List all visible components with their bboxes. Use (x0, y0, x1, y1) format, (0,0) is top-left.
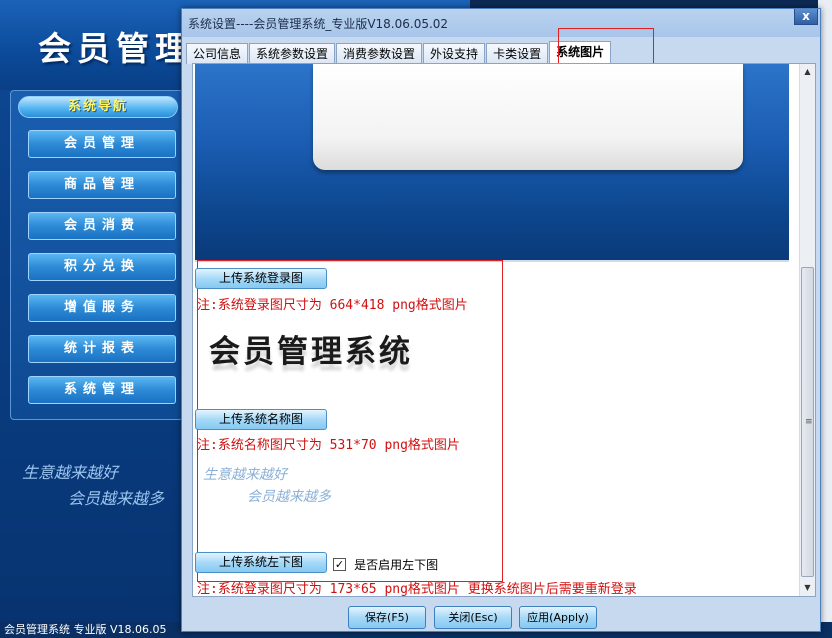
tab-card-settings[interactable]: 卡类设置 (486, 43, 549, 64)
sidebar-slogan: 生意越来越好 会员越来越多 (22, 460, 164, 512)
side-slogan-line: 会员越来越多 (247, 489, 331, 505)
settings-dialog: 系统设置----会员管理系统_专业版V18.06.05.02 x 公司信息 系统参… (181, 8, 821, 632)
side-slogan-line: 生意越来越好 (203, 467, 287, 483)
tab-system-images[interactable]: 系统图片 (549, 41, 612, 64)
tab-company-info[interactable]: 公司信息 (186, 43, 249, 64)
sidebar-item-product-management[interactable]: 商品管理 (28, 171, 176, 199)
sidebar-item-member-management[interactable]: 会员管理 (28, 130, 176, 158)
sidebar-item-points-exchange[interactable]: 积分兑换 (28, 253, 176, 281)
vertical-scrollbar[interactable]: ▲ ≡ ▼ (799, 64, 815, 596)
save-button[interactable]: 保存(F5) (348, 606, 426, 629)
upload-side-image-button[interactable]: 上传系统左下图 (195, 552, 327, 573)
apply-button[interactable]: 应用(Apply) (519, 606, 597, 629)
sidebar-title: 系统导航 (18, 96, 178, 118)
enable-side-image-label: 是否启用左下图 (354, 558, 439, 572)
upload-name-image-button[interactable]: 上传系统名称图 (195, 409, 327, 430)
enable-side-image-checkbox[interactable]: ✓ (333, 558, 346, 571)
scroll-up-icon[interactable]: ▲ (800, 64, 815, 80)
top-strip (470, 0, 832, 8)
app-logo: 会员管理 (38, 29, 194, 68)
side-image-note: 注:系统登录图尺寸为 173*65 png格式图片 更换系统图片后需要重新登录 (197, 582, 637, 597)
enable-side-image-option[interactable]: ✓ 是否启用左下图 (333, 554, 439, 572)
sidebar-item-value-added[interactable]: 增值服务 (28, 294, 176, 322)
close-dialog-button[interactable]: 关闭(Esc) (434, 606, 512, 629)
tab-consumption-params[interactable]: 消费参数设置 (336, 43, 423, 64)
upload-login-image-button[interactable]: 上传系统登录图 (195, 268, 327, 289)
tab-peripherals[interactable]: 外设支持 (423, 43, 486, 64)
login-preview-card (313, 64, 743, 170)
tab-system-params[interactable]: 系统参数设置 (249, 43, 336, 64)
dialog-title: 系统设置----会员管理系统_专业版V18.06.05.02 (188, 17, 449, 31)
side-image-preview: 生意越来越好 会员越来越多 (203, 464, 331, 508)
scroll-thumb[interactable]: ≡ (801, 267, 814, 577)
sidebar-item-member-consumption[interactable]: 会员消费 (28, 212, 176, 240)
login-image-note: 注:系统登录图尺寸为 664*418 png格式图片 (197, 298, 468, 313)
divider (195, 260, 789, 262)
slogan-line: 会员越来越多 (68, 489, 165, 508)
scroll-down-icon[interactable]: ▼ (800, 580, 815, 596)
tab-content-panel: 上传系统登录图 注:系统登录图尺寸为 664*418 png格式图片 会员管理系… (192, 63, 816, 597)
sidebar-item-system-management[interactable]: 系统管理 (28, 376, 176, 404)
login-image-preview (195, 64, 789, 260)
close-button[interactable]: x (794, 9, 818, 25)
system-name-image: 会员管理系统 (209, 334, 413, 370)
close-icon: x (802, 9, 810, 23)
dialog-titlebar[interactable]: 系统设置----会员管理系统_专业版V18.06.05.02 (182, 9, 820, 37)
tab-strip: 公司信息 系统参数设置 消费参数设置 外设支持 卡类设置 系统图片 (186, 41, 612, 64)
slogan-line: 生意越来越好 (22, 463, 119, 482)
sidebar-item-statistics[interactable]: 统计报表 (28, 335, 176, 363)
grip-icon: ≡ (805, 417, 813, 427)
name-image-note: 注:系统名称图尺寸为 531*70 png格式图片 (197, 438, 460, 453)
